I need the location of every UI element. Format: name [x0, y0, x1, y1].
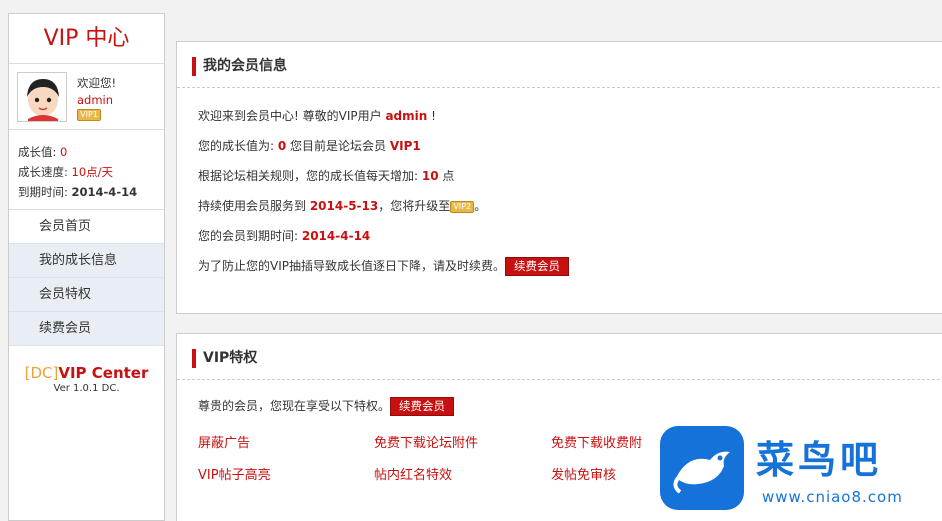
speed-label: 成长速度:	[18, 165, 68, 179]
level-value: VIP1	[389, 139, 421, 153]
growth-label: 成长值:	[18, 145, 57, 159]
level-line-label: 您目前是论坛会员	[286, 139, 390, 153]
daily-growth-value: 10	[421, 169, 439, 183]
watermark-url: www.cniao8.com	[762, 488, 903, 506]
expire-line: 您的会员到期时间: 2014-4-14	[198, 221, 942, 251]
member-info-panel: 我的会员信息 欢迎来到会员中心! 尊敬的VIP用户 admin ! 您的成长值为…	[176, 41, 942, 314]
vip2-badge-icon: VIP2	[450, 200, 475, 213]
menu-item-home[interactable]: 会员首页	[9, 210, 164, 244]
welcome-username: admin	[385, 109, 428, 123]
privileges-intro-text: 尊贵的会员，您现在享受以下特权。	[198, 399, 391, 413]
upgrade-suffix: 。	[474, 199, 487, 213]
title-bar-marker	[192, 349, 196, 368]
panel-header: 我的会员信息	[177, 42, 942, 88]
expire-stat: 到期时间: 2014-4-14	[18, 182, 164, 202]
upgrade-label: 持续使用会员服务到	[198, 199, 310, 213]
title-bar-marker	[192, 57, 196, 76]
privilege-item: 发帖免审核	[551, 468, 617, 483]
menu-item-privileges[interactable]: 会员特权	[9, 278, 164, 312]
renew-button[interactable]: 续费会员	[505, 257, 569, 276]
growth-stat: 成长值: 0	[18, 142, 164, 162]
privilege-item: 帖内红名特效	[374, 468, 453, 483]
expire-label: 到期时间:	[18, 185, 68, 199]
renew-button-2[interactable]: 续费会员	[390, 397, 455, 416]
panel-title: VIP特权	[203, 350, 258, 366]
growth-line-value: 0	[277, 139, 287, 153]
brand-name: VIP Center	[58, 364, 149, 382]
expire-line-label: 您的会员到期时间:	[198, 229, 302, 243]
menu-item-renew[interactable]: 续费会员	[9, 312, 164, 346]
bird-logo-icon	[660, 426, 744, 510]
speed-stat: 成长速度: 10点/天	[18, 162, 164, 182]
user-stats: 成长值: 0 成长速度: 10点/天 到期时间: 2014-4-14	[9, 130, 164, 210]
privilege-item: 免费下载收费附	[551, 436, 643, 451]
privilege-item: 屏蔽广告	[198, 436, 251, 451]
vip-badge-icon: VIP1	[77, 109, 101, 121]
upgrade-text: ，您将升级至	[378, 199, 451, 213]
upgrade-date: 2014-5-13	[309, 199, 379, 213]
watermark: 菜鸟吧 www.cniao8.com	[654, 414, 942, 521]
sidebar-title: VIP 中心	[9, 14, 164, 64]
version-text: Ver 1.0.1 DC.	[53, 383, 120, 394]
user-profile: 欢迎您! admin VIP1	[9, 64, 164, 130]
privilege-item: 免费下载论坛附件	[374, 436, 479, 451]
daily-growth-label: 根据论坛相关规则，您的成长值每天增加:	[198, 169, 422, 183]
menu-item-growth[interactable]: 我的成长信息	[9, 244, 164, 278]
panel-header: VIP特权	[177, 334, 942, 380]
panel-title: 我的会员信息	[203, 58, 287, 74]
avatar[interactable]	[17, 72, 67, 122]
username[interactable]: admin	[77, 93, 113, 107]
expire-line-date: 2014-4-14	[301, 229, 371, 243]
welcome-text: 欢迎来到会员中心! 尊敬的VIP用户	[198, 109, 386, 123]
info-body: 欢迎来到会员中心! 尊敬的VIP用户 admin ! 您的成长值为: 0 您目前…	[177, 88, 942, 281]
daily-growth-unit: 点	[438, 169, 455, 183]
sidebar-menu: 会员首页 我的成长信息 会员特权 续费会员	[9, 210, 164, 346]
renew-reminder-text: 为了防止您的VIP抽插导致成长值逐日下降，请及时续费。	[198, 259, 505, 273]
daily-growth-line: 根据论坛相关规则，您的成长值每天增加: 10 点	[198, 161, 942, 191]
expire-value: 2014-4-14	[71, 185, 138, 199]
privilege-item: VIP帖子高亮	[198, 468, 271, 483]
watermark-text: 菜鸟吧	[756, 437, 883, 482]
speed-value: 10点/天	[71, 165, 114, 179]
welcome-line: 欢迎来到会员中心! 尊敬的VIP用户 admin !	[198, 101, 942, 131]
growth-line: 您的成长值为: 0 您目前是论坛会员 VIP1	[198, 131, 942, 161]
renew-reminder-line: 为了防止您的VIP抽插导致成长值逐日下降，请及时续费。 续费会员	[198, 251, 942, 281]
privileges-body: 尊贵的会员，您现在享受以下特权。 续费会员	[177, 380, 942, 416]
brand-logo: [DC]VIP Center	[9, 364, 164, 382]
upgrade-line: 持续使用会员服务到 2014-5-13，您将升级至 VIP2。	[198, 191, 942, 221]
growth-line-label: 您的成长值为:	[198, 139, 278, 153]
welcome-suffix: !	[427, 109, 436, 123]
welcome-text: 欢迎您!	[77, 76, 117, 90]
growth-value: 0	[60, 145, 68, 159]
brand-prefix: [DC]	[24, 364, 59, 382]
privileges-intro: 尊贵的会员，您现在享受以下特权。 续费会员	[198, 396, 942, 416]
sidebar: VIP 中心 欢迎您! admin VIP1 成长值: 0 成长速度: 10点/…	[8, 13, 165, 521]
